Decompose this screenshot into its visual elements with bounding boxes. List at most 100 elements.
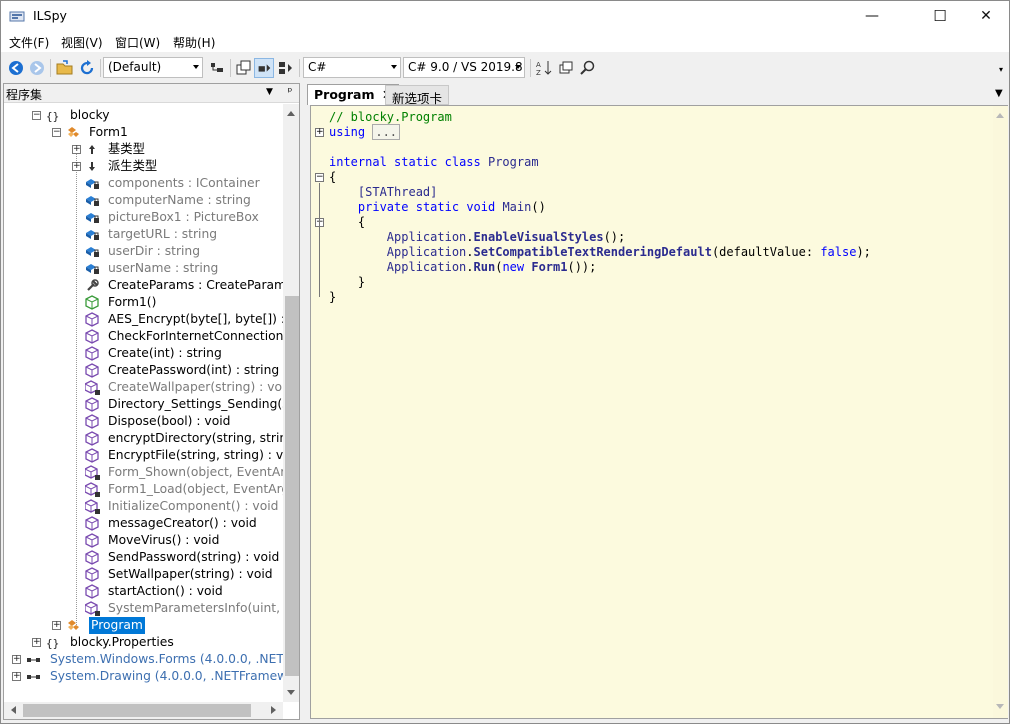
show-all-icon[interactable] (276, 58, 296, 78)
expand-node-icon[interactable]: + (52, 621, 61, 630)
assembly-list-combo[interactable]: (Default) (103, 57, 203, 78)
tree-node[interactable]: + 派生类型 (4, 158, 283, 175)
tree-node[interactable]: AES_Encrypt(byte[], byte[]) : by (4, 311, 283, 328)
tree-node-label: components : IContainer (108, 176, 260, 190)
tree-node[interactable]: EncryptFile(string, string) : voi (4, 447, 283, 464)
tree-node[interactable]: computerName : string (4, 192, 283, 209)
maximize-button[interactable]: ☐ (917, 1, 963, 32)
manage-lists-icon[interactable] (207, 58, 227, 78)
scroll-right-icon[interactable] (271, 706, 280, 714)
code-line: { (329, 215, 365, 230)
tree-node-label: EncryptFile(string, string) : voi (108, 448, 283, 462)
window-icon[interactable] (556, 58, 576, 78)
menu-view[interactable]: 视图(V) (61, 34, 103, 51)
tree-node[interactable]: + {} blocky.Properties (4, 634, 283, 651)
tree-node[interactable]: userName : string (4, 260, 283, 277)
expand-node-icon[interactable]: + (72, 145, 81, 154)
language-version-value: C# 9.0 / VS 2019.8 (408, 60, 523, 74)
tree-node[interactable]: Create(int) : string (4, 345, 283, 362)
tree-node[interactable]: SendPassword(string) : void (4, 549, 283, 566)
private-field-icon (85, 261, 100, 276)
tree-node-label: CheckForInternetConnection() (108, 329, 283, 343)
svg-text:{}: {} (46, 110, 59, 123)
tree-node[interactable]: + System.Drawing (4.0.0.0, .NETFramewor (4, 668, 283, 685)
tree-node[interactable]: CreatePassword(int) : string (4, 362, 283, 379)
tree-node[interactable]: −{} blocky (4, 107, 283, 124)
collapse-node-icon[interactable]: − (52, 128, 61, 137)
tree-node[interactable]: Dispose(bool) : void (4, 413, 283, 430)
pin-icon[interactable]: ᵖ (284, 85, 296, 98)
search-icon[interactable] (578, 58, 598, 78)
tree-node-label: AES_Encrypt(byte[], byte[]) : by (108, 312, 283, 326)
tab-list-icon[interactable]: ▼ (995, 88, 1003, 99)
tree-node[interactable]: + Program (4, 617, 283, 634)
tree-node[interactable]: + System.Windows.Forms (4.0.0.0, .NETFra (4, 651, 283, 668)
show-internal-icon[interactable] (254, 58, 274, 78)
tree-node[interactable]: Form1() (4, 294, 283, 311)
tree-node-label: messageCreator() : void (108, 516, 257, 530)
collapse-fold-icon[interactable]: − (315, 173, 324, 182)
open-folder-icon[interactable] (55, 58, 75, 78)
forward-icon[interactable] (27, 58, 47, 78)
expand-node-icon[interactable]: + (12, 655, 21, 664)
code-token: Main (502, 200, 532, 214)
code-editor[interactable]: +−− // blocky.Programusing ...internal s… (310, 105, 1008, 719)
tree-node[interactable]: InitializeComponent() : void (4, 498, 283, 515)
scroll-down-icon[interactable] (996, 704, 1004, 713)
scroll-down-icon[interactable] (287, 690, 295, 699)
tab-new[interactable]: 新选项卡 (385, 85, 450, 106)
tree-node[interactable]: Form1_Load(object, EventArgs (4, 481, 283, 498)
language-combo[interactable]: C# (303, 57, 401, 78)
svg-text:Z: Z (536, 69, 541, 77)
menu-bar: 文件(F) 视图(V) 窗口(W) 帮助(H) (1, 32, 1009, 52)
assembly-list-value: (Default) (108, 60, 162, 74)
minimize-button[interactable]: — (849, 1, 895, 32)
tree-node[interactable]: − Form1 (4, 124, 283, 141)
tree-vertical-scroll-thumb[interactable] (285, 296, 299, 676)
chevron-down-icon (515, 65, 521, 69)
menu-help[interactable]: 帮助(H) (173, 34, 215, 51)
collapse-node-icon[interactable]: − (32, 111, 41, 120)
tree-node[interactable]: userDir : string (4, 243, 283, 260)
tree-node[interactable]: CheckForInternetConnection() (4, 328, 283, 345)
tree-node[interactable]: messageCreator() : void (4, 515, 283, 532)
language-version-combo[interactable]: C# 9.0 / VS 2019.8 (403, 57, 525, 78)
editor-vertical-scrollbar[interactable] (993, 106, 1008, 718)
title-bar: ILSpy — ☐ ✕ (1, 1, 1009, 32)
tree-node[interactable]: Directory_Settings_Sending(str (4, 396, 283, 413)
tree-node[interactable]: SystemParametersInfo(uint, ui (4, 600, 283, 617)
code-token: Application (386, 260, 467, 274)
collapse-all-icon[interactable] (234, 58, 254, 78)
tree-node[interactable]: SetWallpaper(string) : void (4, 566, 283, 583)
tree-node[interactable]: encryptDirectory(string, string (4, 430, 283, 447)
code-token: Run (473, 260, 496, 274)
tree-node[interactable]: pictureBox1 : PictureBox (4, 209, 283, 226)
scroll-up-icon[interactable] (287, 107, 295, 116)
tree-node[interactable]: startAction() : void (4, 583, 283, 600)
back-icon[interactable] (6, 58, 26, 78)
menu-file[interactable]: 文件(F) (9, 34, 49, 51)
tree-node[interactable]: MoveVirus() : void (4, 532, 283, 549)
code-token[interactable]: ... (372, 124, 401, 140)
tree-node[interactable]: CreateParams : CreateParams (4, 277, 283, 294)
expand-node-icon[interactable]: + (72, 162, 81, 171)
close-button[interactable]: ✕ (963, 1, 1009, 32)
expand-node-icon[interactable]: + (32, 638, 41, 647)
sort-icon[interactable]: AZ (534, 58, 554, 78)
tree-node[interactable]: Form_Shown(object, EventArgs (4, 464, 283, 481)
tree-node[interactable]: CreateWallpaper(string) : void (4, 379, 283, 396)
reload-icon[interactable] (77, 58, 97, 78)
tree-node[interactable]: targetURL : string (4, 226, 283, 243)
menu-window[interactable]: 窗口(W) (115, 34, 160, 51)
panel-menu-icon[interactable]: ▼ (266, 87, 273, 97)
scroll-left-icon[interactable] (7, 706, 16, 714)
chevron-down-icon (193, 65, 199, 69)
toolbar-overflow-icon[interactable]: ▾ (999, 65, 1003, 74)
tree-node[interactable]: + 基类型 (4, 141, 283, 158)
tree-node[interactable]: components : IContainer (4, 175, 283, 192)
scroll-up-icon[interactable] (996, 109, 1004, 118)
expand-node-icon[interactable]: + (12, 672, 21, 681)
tree-horizontal-scroll-thumb[interactable] (23, 704, 251, 717)
expand-fold-icon[interactable]: + (315, 128, 324, 137)
